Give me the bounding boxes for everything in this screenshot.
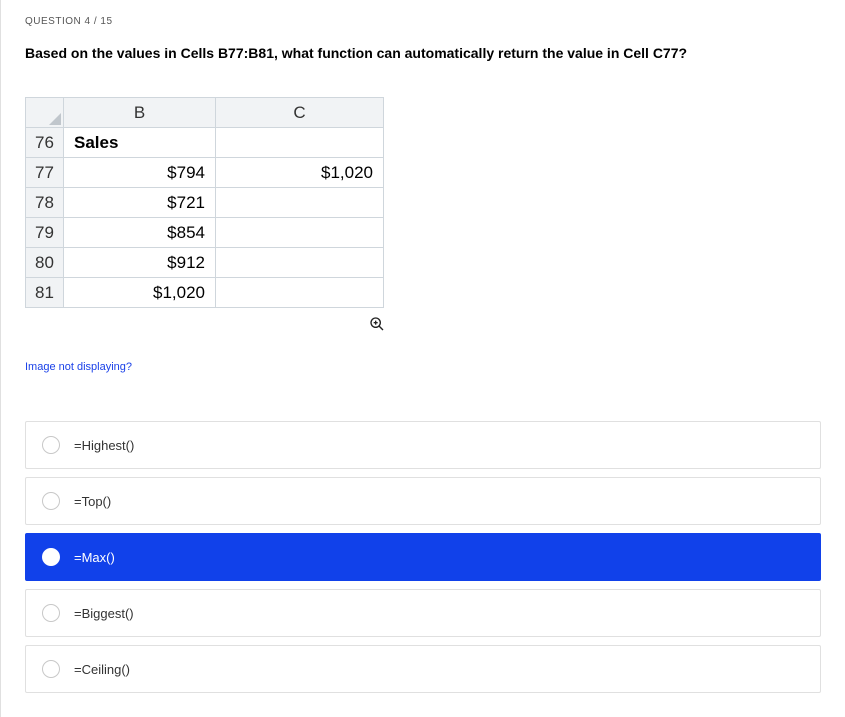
cell-c78 xyxy=(216,188,384,218)
cell-c77: $1,020 xyxy=(216,158,384,188)
radio-icon xyxy=(42,604,60,622)
option-label: =Ceiling() xyxy=(74,662,130,677)
radio-icon xyxy=(42,436,60,454)
radio-icon xyxy=(42,548,60,566)
cell-c81 xyxy=(216,278,384,308)
cell-b77: $794 xyxy=(64,158,216,188)
row-header-77: 77 xyxy=(26,158,64,188)
option-a[interactable]: =Highest() xyxy=(25,421,821,469)
cell-b79: $854 xyxy=(64,218,216,248)
option-b[interactable]: =Top() xyxy=(25,477,821,525)
radio-icon xyxy=(42,492,60,510)
cell-c79 xyxy=(216,218,384,248)
row-header-79: 79 xyxy=(26,218,64,248)
column-header-b: B xyxy=(64,98,216,128)
option-label: =Highest() xyxy=(74,438,134,453)
option-d[interactable]: =Biggest() xyxy=(25,589,821,637)
cell-c76 xyxy=(216,128,384,158)
question-counter: QUESTION 4 / 15 xyxy=(25,16,821,27)
quiz-container: QUESTION 4 / 15 Based on the values in C… xyxy=(1,0,845,717)
option-e[interactable]: =Ceiling() xyxy=(25,645,821,693)
cell-b81: $1,020 xyxy=(64,278,216,308)
spreadsheet-image: B C 76 Sales 77 $794 $1,020 78 $721 79 $… xyxy=(25,97,821,341)
image-not-displaying-link[interactable]: Image not displaying? xyxy=(25,361,821,373)
row-header-81: 81 xyxy=(26,278,64,308)
row-header-78: 78 xyxy=(26,188,64,218)
cell-b76: Sales xyxy=(64,128,216,158)
answer-options: =Highest() =Top() =Max() =Biggest() =Cei… xyxy=(25,421,821,693)
cell-c80 xyxy=(216,248,384,278)
cell-b78: $721 xyxy=(64,188,216,218)
column-header-c: C xyxy=(216,98,384,128)
radio-icon xyxy=(42,660,60,678)
question-text: Based on the values in Cells B77:B81, wh… xyxy=(25,45,821,61)
zoom-icon[interactable] xyxy=(369,316,385,337)
corner-cell xyxy=(26,98,64,128)
row-header-76: 76 xyxy=(26,128,64,158)
option-label: =Max() xyxy=(74,550,115,565)
spreadsheet-table: B C 76 Sales 77 $794 $1,020 78 $721 79 $… xyxy=(25,97,384,308)
cell-b80: $912 xyxy=(64,248,216,278)
option-label: =Biggest() xyxy=(74,606,134,621)
option-c[interactable]: =Max() xyxy=(25,533,821,581)
option-label: =Top() xyxy=(74,494,111,509)
row-header-80: 80 xyxy=(26,248,64,278)
